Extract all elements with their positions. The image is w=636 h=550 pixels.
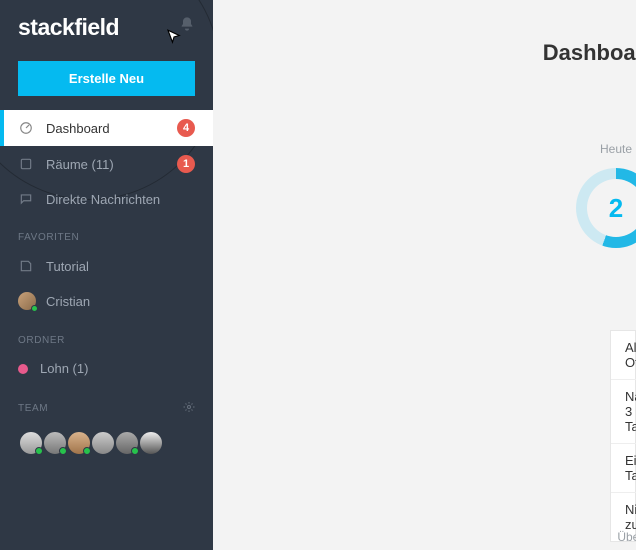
sidebar: stackfield Erstelle Neu Dashboard 4 Räum… xyxy=(0,0,213,550)
badge: 4 xyxy=(177,119,195,137)
sidebar-item-label: Direkte Nachrichten xyxy=(46,192,160,207)
avatar xyxy=(18,292,36,310)
chat-icon xyxy=(18,191,34,207)
badge: 1 xyxy=(177,155,195,173)
folder-item-lohn[interactable]: Lohn (1) xyxy=(0,352,213,385)
create-new-button[interactable]: Erstelle Neu xyxy=(18,61,195,96)
sidebar-item-label: Räume (11) xyxy=(46,157,114,172)
folder-color-dot xyxy=(18,364,28,374)
section-folders-label: ORDNER xyxy=(0,319,213,352)
filter-item-someday[interactable]: Eines Tages xyxy=(611,444,636,493)
main-content: Dashboard v Überfällig 2 Heute 2 Alle Of… xyxy=(213,0,636,550)
team-avatar[interactable] xyxy=(42,430,68,456)
team-avatar[interactable] xyxy=(90,430,116,456)
rooms-icon xyxy=(18,156,34,172)
favorite-item-cristian[interactable]: Cristian xyxy=(0,283,213,319)
favorite-item-tutorial[interactable]: Tutorial xyxy=(0,249,213,283)
bottom-stat-label: Überfäl xyxy=(617,530,636,544)
filter-list: Alle Offenen Nächsten 3 Tage Eines Tages… xyxy=(610,330,636,542)
sidebar-item-dm[interactable]: Direkte Nachrichten xyxy=(0,182,213,216)
tutorial-icon xyxy=(18,258,34,274)
team-avatar[interactable] xyxy=(138,430,164,456)
topbar: stackfield xyxy=(0,0,213,51)
cursor-icon xyxy=(165,28,183,51)
team-avatar[interactable] xyxy=(114,430,140,456)
stat-label: Heute xyxy=(576,142,636,156)
dashboard-icon xyxy=(18,120,34,136)
team-avatars xyxy=(0,422,213,476)
gear-icon[interactable] xyxy=(183,401,195,416)
favorite-item-label: Tutorial xyxy=(46,259,89,274)
donut-chart-today[interactable]: 2 xyxy=(576,168,636,248)
filter-item-all-open[interactable]: Alle Offenen xyxy=(611,331,636,380)
section-team-label: TEAM xyxy=(0,385,213,422)
team-avatar[interactable] xyxy=(66,430,92,456)
page-title: Dashboard v xyxy=(543,40,636,66)
folder-item-label: Lohn (1) xyxy=(40,361,88,376)
filter-item-next-3-days[interactable]: Nächsten 3 Tage xyxy=(611,380,636,444)
stat-value: 2 xyxy=(609,193,623,224)
team-avatar[interactable] xyxy=(18,430,44,456)
sidebar-item-label: Dashboard xyxy=(46,121,110,136)
favorite-item-label: Cristian xyxy=(46,294,90,309)
sidebar-item-dashboard[interactable]: Dashboard 4 xyxy=(0,110,213,146)
sidebar-item-rooms[interactable]: Räume (11) 1 xyxy=(0,146,213,182)
stat-today: Heute 2 xyxy=(576,142,636,248)
section-favorites-label: FAVORITEN xyxy=(0,216,213,249)
section-team-text: TEAM xyxy=(18,403,48,414)
